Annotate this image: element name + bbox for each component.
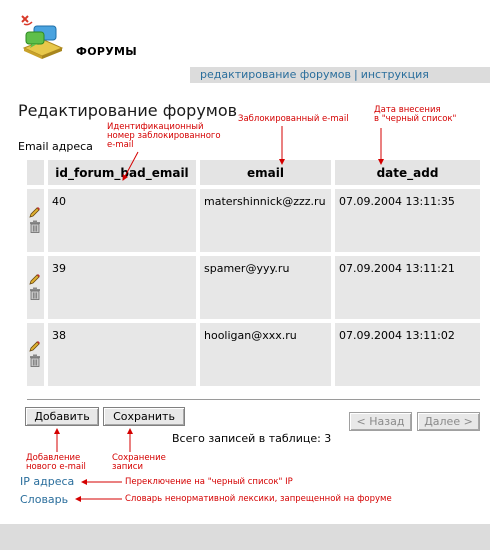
footer-bar (0, 524, 490, 550)
annotation-arrows (54, 126, 384, 502)
